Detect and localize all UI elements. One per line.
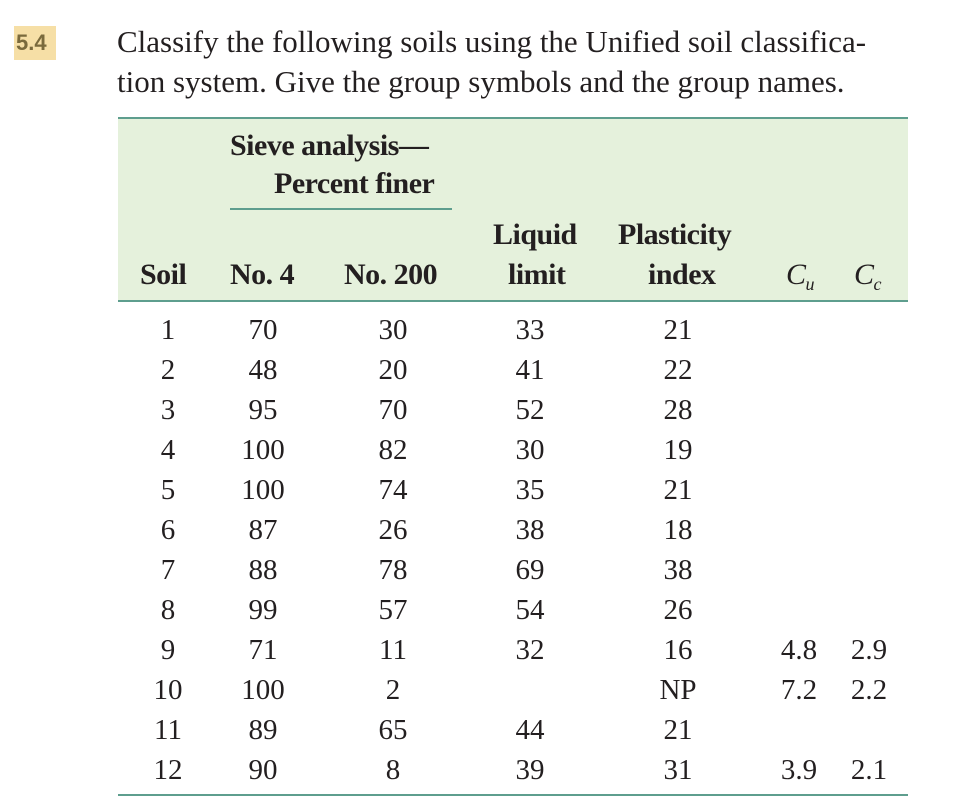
cell-no200: 20 (378, 354, 408, 386)
table-row: 1 70 30 33 21 (118, 310, 908, 350)
cell-no4: 89 (248, 714, 278, 746)
table-row: 6 87 26 38 18 (118, 510, 908, 550)
problem-text-line-1: Classify the following soils using the U… (117, 24, 867, 59)
cell-no200: 57 (378, 594, 408, 626)
header-cc: Cc (854, 258, 882, 294)
cell-ll: 32 (515, 634, 545, 666)
problem-statement: Classify the following soils using the U… (117, 22, 917, 102)
table-row: 9 71 11 32 16 4.8 2.9 (118, 630, 908, 670)
cell-soil: 4 (160, 434, 176, 466)
table-row: 4 100 82 30 19 (118, 430, 908, 470)
cell-pi: 19 (663, 434, 693, 466)
cell-soil: 6 (160, 514, 176, 546)
problem-number: 5.4 (14, 26, 56, 60)
cell-ll: 38 (515, 514, 545, 546)
table-row: 10 100 2 NP 7.2 2.2 (118, 670, 908, 710)
cell-no4: 48 (248, 354, 278, 386)
cell-ll: 39 (515, 754, 545, 786)
cell-no4: 100 (241, 674, 285, 706)
problem-text-line-2: tion system. Give the group symbols and … (117, 64, 845, 99)
cell-cu: 4.8 (780, 634, 818, 666)
header-no200: No. 200 (344, 258, 438, 291)
cell-no200: 65 (378, 714, 408, 746)
cell-no4: 71 (248, 634, 278, 666)
cell-pi: 31 (663, 754, 693, 786)
cell-pi: 22 (663, 354, 693, 386)
table-row: 3 95 70 52 28 (118, 390, 908, 430)
table-row: 12 90 8 39 31 3.9 2.1 (118, 750, 908, 790)
table-row: 11 89 65 44 21 (118, 710, 908, 750)
table-body: 1 70 30 33 21 2 48 20 41 22 3 95 70 52 28 4 100 82 30 19 5 10… (118, 302, 908, 796)
cell-cc: 2.2 (850, 674, 888, 706)
soil-data-table: Sieve analysis— Percent finer Soil No. 4… (118, 117, 908, 796)
cell-ll: 69 (515, 554, 545, 586)
cell-ll: 52 (515, 394, 545, 426)
cell-no200: 78 (378, 554, 408, 586)
cell-no200: 11 (379, 634, 407, 666)
table-row: 5 100 74 35 21 (118, 470, 908, 510)
cell-no200: 26 (378, 514, 408, 546)
cell-no4: 95 (248, 394, 278, 426)
cell-cu: 7.2 (780, 674, 818, 706)
cell-soil: 1 (160, 314, 176, 346)
header-plasticity-index-line-1: Plasticity (618, 218, 732, 251)
cell-no4: 88 (248, 554, 278, 586)
cell-pi: NP (659, 674, 697, 706)
cell-no200: 8 (385, 754, 401, 786)
cell-ll: 44 (515, 714, 545, 746)
cell-no200: 74 (378, 474, 408, 506)
cell-soil: 2 (160, 354, 176, 386)
cell-ll: 54 (515, 594, 545, 626)
cell-no4: 90 (248, 754, 278, 786)
cell-soil: 8 (160, 594, 176, 626)
cell-ll: 41 (515, 354, 545, 386)
sieve-group-rule (230, 208, 452, 210)
cell-no4: 87 (248, 514, 278, 546)
cell-no4: 99 (248, 594, 278, 626)
cell-pi: 21 (663, 474, 693, 506)
cell-soil: 3 (160, 394, 176, 426)
cell-soil: 5 (160, 474, 176, 506)
table-header: Sieve analysis— Percent finer Soil No. 4… (118, 117, 908, 302)
cell-pi: 21 (663, 714, 693, 746)
header-liquid-limit-line-1: Liquid (493, 218, 577, 251)
cell-pi: 26 (663, 594, 693, 626)
cell-no200: 70 (378, 394, 408, 426)
cell-ll: 30 (515, 434, 545, 466)
cell-pi: 28 (663, 394, 693, 426)
cell-soil: 10 (153, 674, 183, 706)
cell-cu: 3.9 (780, 754, 818, 786)
cell-pi: 21 (663, 314, 693, 346)
cell-pi: 18 (663, 514, 693, 546)
cell-pi: 16 (663, 634, 693, 666)
cell-soil: 11 (154, 714, 182, 746)
sieve-group-header-line-2: Percent finer (274, 167, 435, 200)
header-plasticity-index-line-2: index (648, 258, 716, 291)
cell-no4: 70 (248, 314, 278, 346)
header-cu: Cu (786, 258, 815, 294)
cell-soil: 12 (153, 754, 183, 786)
cell-ll: 33 (515, 314, 545, 346)
header-no4: No. 4 (230, 258, 295, 291)
cell-no200: 2 (385, 674, 401, 706)
sieve-group-header-line-1: Sieve analysis— (230, 129, 429, 162)
cell-cc: 2.1 (850, 754, 888, 786)
cell-soil: 7 (160, 554, 176, 586)
table-row: 7 88 78 69 38 (118, 550, 908, 590)
cell-cc: 2.9 (850, 634, 888, 666)
cell-no4: 100 (241, 474, 285, 506)
cell-pi: 38 (663, 554, 693, 586)
cell-soil: 9 (160, 634, 176, 666)
cell-no4: 100 (241, 434, 285, 466)
cell-no200: 30 (378, 314, 408, 346)
header-liquid-limit-line-2: limit (508, 258, 566, 291)
table-row: 8 99 57 54 26 (118, 590, 908, 630)
cell-ll: 35 (515, 474, 545, 506)
header-soil: Soil (140, 258, 187, 291)
cell-no200: 82 (378, 434, 408, 466)
table-row: 2 48 20 41 22 (118, 350, 908, 390)
